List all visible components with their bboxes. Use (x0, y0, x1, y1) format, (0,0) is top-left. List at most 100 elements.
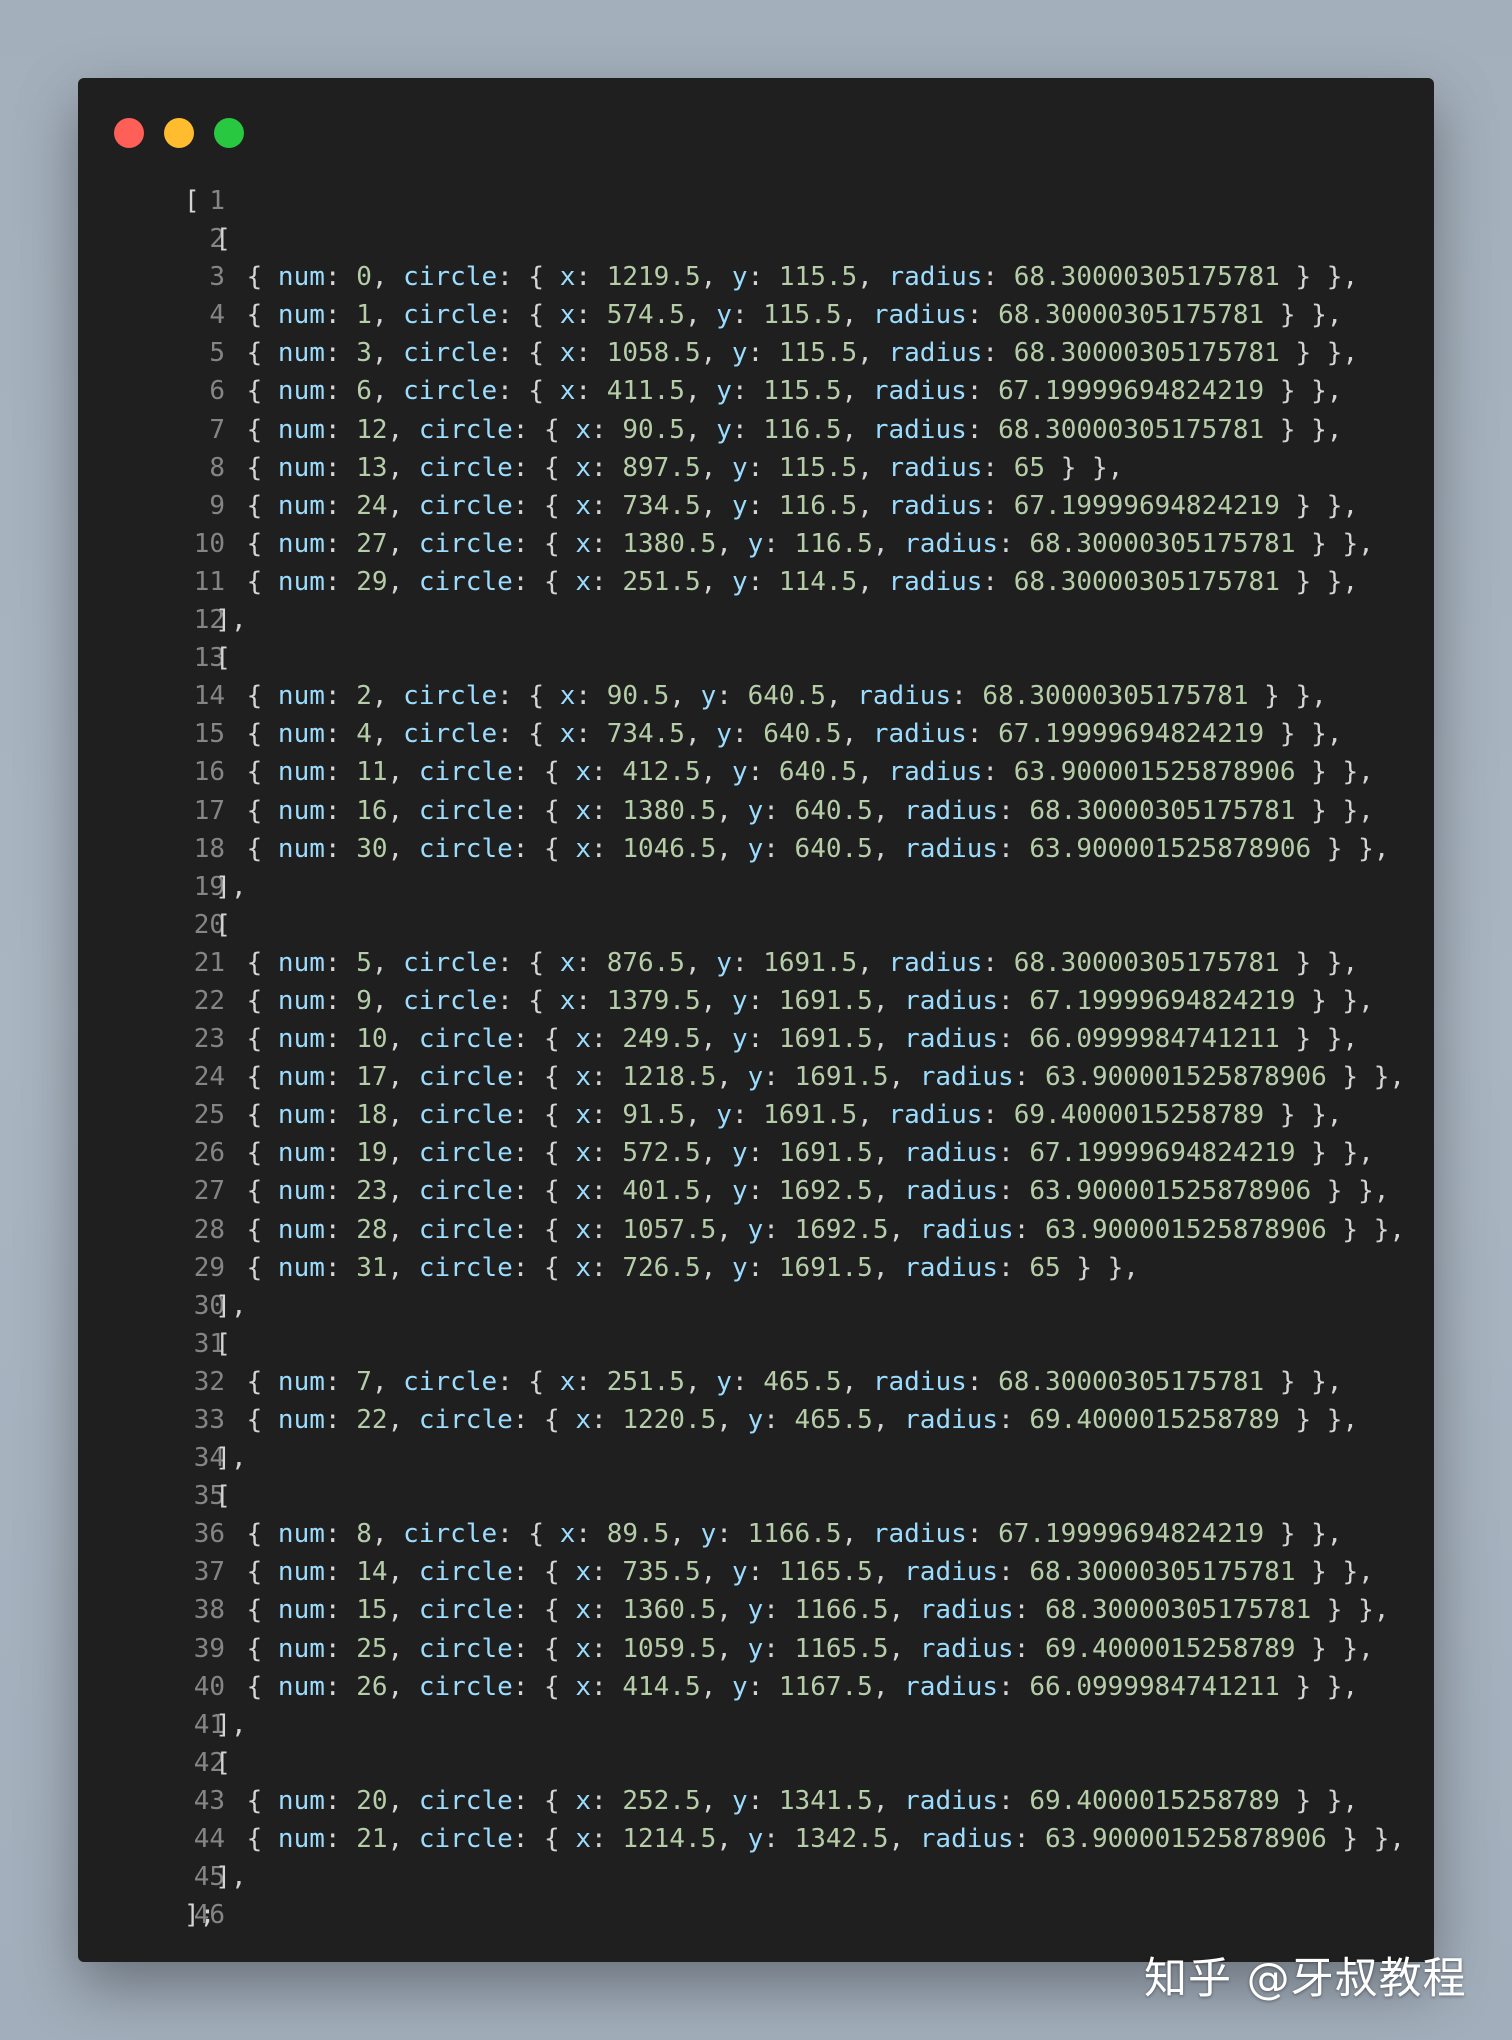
code-text: { num: 20, circle: { x: 252.5, y: 1341.5… (184, 1785, 1359, 1816)
code-line: 41 ], (78, 1706, 1434, 1744)
code-text: [ (184, 1747, 231, 1778)
code-text: { num: 15, circle: { x: 1360.5, y: 1166.… (184, 1595, 1390, 1626)
code-line: 1[ (78, 182, 1434, 220)
code-line: 15 { num: 4, circle: { x: 734.5, y: 640.… (78, 715, 1434, 753)
code-line: 23 { num: 10, circle: { x: 249.5, y: 169… (78, 1020, 1434, 1058)
code-text: { num: 3, circle: { x: 1058.5, y: 115.5,… (184, 338, 1359, 369)
minimize-icon[interactable] (164, 118, 194, 148)
code-line: 39 { num: 25, circle: { x: 1059.5, y: 11… (78, 1630, 1434, 1668)
code-line: 32 { num: 7, circle: { x: 251.5, y: 465.… (78, 1363, 1434, 1401)
code-text: { num: 19, circle: { x: 572.5, y: 1691.5… (184, 1138, 1374, 1169)
code-text: ], (184, 1443, 247, 1474)
code-line: 19 ], (78, 868, 1434, 906)
code-text: { num: 9, circle: { x: 1379.5, y: 1691.5… (184, 985, 1374, 1016)
code-line: 44 { num: 21, circle: { x: 1214.5, y: 13… (78, 1820, 1434, 1858)
code-text: { num: 30, circle: { x: 1046.5, y: 640.5… (184, 833, 1390, 864)
code-line: 31 [ (78, 1325, 1434, 1363)
code-text: { num: 11, circle: { x: 412.5, y: 640.5,… (184, 757, 1374, 788)
code-line: 7 { num: 12, circle: { x: 90.5, y: 116.5… (78, 411, 1434, 449)
code-line: 4 { num: 1, circle: { x: 574.5, y: 115.5… (78, 296, 1434, 334)
code-line: 10 { num: 27, circle: { x: 1380.5, y: 11… (78, 525, 1434, 563)
code-text: { num: 14, circle: { x: 735.5, y: 1165.5… (184, 1557, 1374, 1588)
code-text: { num: 8, circle: { x: 89.5, y: 1166.5, … (184, 1519, 1343, 1550)
line-number: 1 (209, 186, 225, 216)
code-text: { num: 17, circle: { x: 1218.5, y: 1691.… (184, 1062, 1406, 1093)
close-icon[interactable] (114, 118, 144, 148)
code-line: 21 { num: 5, circle: { x: 876.5, y: 1691… (78, 944, 1434, 982)
code-text: ], (184, 871, 247, 902)
code-window: 1[2 [3 { num: 0, circle: { x: 1219.5, y:… (78, 78, 1434, 1962)
window-controls (114, 118, 244, 148)
code-line: 33 { num: 22, circle: { x: 1220.5, y: 46… (78, 1401, 1434, 1439)
code-line: 27 { num: 23, circle: { x: 401.5, y: 169… (78, 1172, 1434, 1210)
code-text: ], (184, 1290, 247, 1321)
code-text: { num: 16, circle: { x: 1380.5, y: 640.5… (184, 795, 1374, 826)
code-line: 24 { num: 17, circle: { x: 1218.5, y: 16… (78, 1058, 1434, 1096)
code-text: [ (184, 186, 200, 216)
code-line: 22 { num: 9, circle: { x: 1379.5, y: 169… (78, 982, 1434, 1020)
code-line: 20 [ (78, 906, 1434, 944)
code-line: 38 { num: 15, circle: { x: 1360.5, y: 11… (78, 1591, 1434, 1629)
code-line: 26 { num: 19, circle: { x: 572.5, y: 169… (78, 1134, 1434, 1172)
code-text: { num: 0, circle: { x: 1219.5, y: 115.5,… (184, 262, 1359, 293)
code-text: [ (184, 224, 231, 255)
code-text: [ (184, 643, 231, 674)
code-text: { num: 22, circle: { x: 1220.5, y: 465.5… (184, 1405, 1359, 1435)
code-text: { num: 31, circle: { x: 726.5, y: 1691.5… (184, 1252, 1139, 1283)
code-text: { num: 21, circle: { x: 1214.5, y: 1342.… (184, 1824, 1406, 1855)
code-text: { num: 28, circle: { x: 1057.5, y: 1692.… (184, 1214, 1406, 1245)
code-line: 6 { num: 6, circle: { x: 411.5, y: 115.5… (78, 372, 1434, 410)
code-line: 36 { num: 8, circle: { x: 89.5, y: 1166.… (78, 1515, 1434, 1553)
code-text: ], (184, 1862, 247, 1893)
code-line: 2 [ (78, 220, 1434, 258)
code-text: { num: 25, circle: { x: 1059.5, y: 1165.… (184, 1633, 1374, 1664)
code-text: { num: 27, circle: { x: 1380.5, y: 116.5… (184, 528, 1374, 559)
code-line: 18 { num: 30, circle: { x: 1046.5, y: 64… (78, 830, 1434, 868)
code-line: 46]; (78, 1896, 1434, 1934)
code-text: { num: 13, circle: { x: 897.5, y: 115.5,… (184, 452, 1124, 483)
code-line: 34 ], (78, 1439, 1434, 1477)
maximize-icon[interactable] (214, 118, 244, 148)
code-text: { num: 2, circle: { x: 90.5, y: 640.5, r… (184, 681, 1327, 712)
code-text: { num: 18, circle: { x: 91.5, y: 1691.5,… (184, 1100, 1343, 1131)
code-line: 17 { num: 16, circle: { x: 1380.5, y: 64… (78, 792, 1434, 830)
code-text: [ (184, 1328, 231, 1359)
code-line: 29 { num: 31, circle: { x: 726.5, y: 169… (78, 1249, 1434, 1287)
code-line: 3 { num: 0, circle: { x: 1219.5, y: 115.… (78, 258, 1434, 296)
code-line: 37 { num: 14, circle: { x: 735.5, y: 116… (78, 1553, 1434, 1591)
code-text: { num: 5, circle: { x: 876.5, y: 1691.5,… (184, 947, 1359, 978)
code-line: 9 { num: 24, circle: { x: 734.5, y: 116.… (78, 487, 1434, 525)
code-line: 42 [ (78, 1744, 1434, 1782)
code-line: 25 { num: 18, circle: { x: 91.5, y: 1691… (78, 1096, 1434, 1134)
code-text: ], (184, 1709, 247, 1740)
code-line: 43 { num: 20, circle: { x: 252.5, y: 134… (78, 1782, 1434, 1820)
code-line: 14 { num: 2, circle: { x: 90.5, y: 640.5… (78, 677, 1434, 715)
code-text: { num: 4, circle: { x: 734.5, y: 640.5, … (184, 719, 1343, 750)
code-line: 12 ], (78, 601, 1434, 639)
code-text: [ (184, 909, 231, 940)
code-text: { num: 10, circle: { x: 249.5, y: 1691.5… (184, 1024, 1359, 1055)
code-block: 1[2 [3 { num: 0, circle: { x: 1219.5, y:… (78, 182, 1434, 1934)
code-text: { num: 24, circle: { x: 734.5, y: 116.5,… (184, 490, 1359, 521)
code-text: ], (184, 605, 247, 636)
code-text: { num: 12, circle: { x: 90.5, y: 116.5, … (184, 414, 1343, 445)
code-line: 8 { num: 13, circle: { x: 897.5, y: 115.… (78, 449, 1434, 487)
code-line: 40 { num: 26, circle: { x: 414.5, y: 116… (78, 1668, 1434, 1706)
code-line: 5 { num: 3, circle: { x: 1058.5, y: 115.… (78, 334, 1434, 372)
code-line: 11 { num: 29, circle: { x: 251.5, y: 114… (78, 563, 1434, 601)
code-line: 45 ], (78, 1858, 1434, 1896)
code-line: 28 { num: 28, circle: { x: 1057.5, y: 16… (78, 1211, 1434, 1249)
code-text: { num: 29, circle: { x: 251.5, y: 114.5,… (184, 566, 1359, 597)
code-text: { num: 7, circle: { x: 251.5, y: 465.5, … (184, 1366, 1343, 1397)
code-line: 30 ], (78, 1287, 1434, 1325)
code-text: { num: 26, circle: { x: 414.5, y: 1167.5… (184, 1671, 1359, 1702)
code-line: 13 [ (78, 639, 1434, 677)
code-text: { num: 1, circle: { x: 574.5, y: 115.5, … (184, 300, 1343, 331)
code-text: ]; (184, 1900, 216, 1931)
watermark: 知乎 @牙叔教程 (1144, 1954, 1467, 2004)
code-line: 35 [ (78, 1477, 1434, 1515)
code-text: { num: 23, circle: { x: 401.5, y: 1692.5… (184, 1176, 1390, 1207)
code-text: { num: 6, circle: { x: 411.5, y: 115.5, … (184, 376, 1343, 407)
code-line: 16 { num: 11, circle: { x: 412.5, y: 640… (78, 753, 1434, 791)
code-text: [ (184, 1481, 231, 1512)
